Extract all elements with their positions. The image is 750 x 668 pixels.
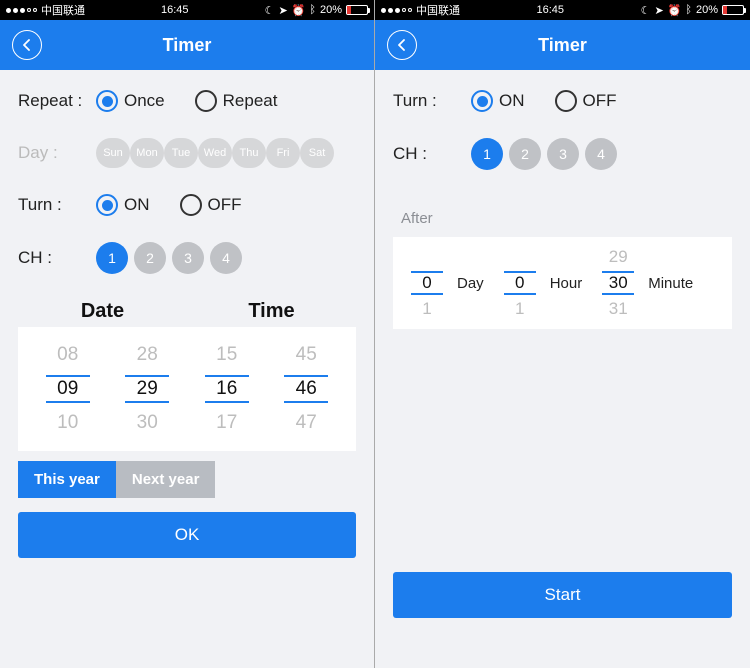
channel-4[interactable]: 4: [585, 138, 617, 170]
repeat-repeat-option[interactable]: Repeat: [195, 90, 278, 112]
turn-label: Turn :: [393, 91, 471, 111]
day-chip-fri[interactable]: Fri: [266, 138, 300, 168]
status-bar: 中国联通 16:45 ☾ ➤ ⏰ ᛒ 20%: [0, 0, 374, 20]
radio-unchecked-icon: [555, 90, 577, 112]
page-title: Timer: [163, 35, 212, 56]
tab-this-year[interactable]: This year: [18, 461, 116, 498]
channel-label: CH :: [393, 144, 471, 164]
signal-dots-icon: [6, 8, 37, 13]
time-header: Time: [187, 300, 356, 323]
day-wheel[interactable]: 28 29 30: [108, 341, 188, 437]
location-icon: ➤: [654, 4, 663, 17]
channel-3[interactable]: 3: [172, 242, 204, 274]
channel-label: CH :: [18, 248, 96, 268]
datetime-picker[interactable]: 08 09 10 28 29 30 15 16 17 45 46 47: [18, 327, 356, 451]
radio-checked-icon: [96, 194, 118, 216]
radio-checked-icon: [96, 90, 118, 112]
battery-icon: [346, 5, 368, 15]
nav-bar: Timer: [0, 20, 374, 70]
carrier-label: 中国联通: [41, 2, 85, 18]
minute-wheel[interactable]: 29 30 31: [598, 245, 638, 321]
bluetooth-icon: ᛒ: [309, 4, 316, 16]
turn-label: Turn :: [18, 195, 96, 215]
signal-dots-icon: [381, 8, 412, 13]
day-chip-thu[interactable]: Thu: [232, 138, 266, 168]
clock-label: 16:45: [161, 4, 189, 16]
minute-wheel[interactable]: 45 46 47: [267, 341, 347, 437]
minute-unit: Minute: [642, 275, 705, 292]
month-wheel[interactable]: 08 09 10: [28, 341, 108, 437]
turn-on-option[interactable]: ON: [96, 194, 150, 216]
day-chip-tue[interactable]: Tue: [164, 138, 198, 168]
repeat-once-option[interactable]: Once: [96, 90, 165, 112]
channel-1[interactable]: 1: [471, 138, 503, 170]
channel-row: CH : 1 2 3 4: [393, 138, 732, 170]
location-icon: ➤: [278, 4, 287, 17]
day-chip-mon[interactable]: Mon: [130, 138, 164, 168]
alarm-icon: ⏰: [292, 4, 306, 17]
turn-on-option[interactable]: ON: [471, 90, 525, 112]
channel-2[interactable]: 2: [134, 242, 166, 274]
channel-2[interactable]: 2: [509, 138, 541, 170]
back-button[interactable]: [387, 30, 417, 60]
radio-checked-icon: [471, 90, 493, 112]
picker-header: Date Time: [18, 300, 356, 323]
hour-wheel[interactable]: 15 16 17: [187, 341, 267, 437]
screen-timer-schedule: 中国联通 16:45 ☾ ➤ ⏰ ᛒ 20% Timer Repeat : On…: [0, 0, 375, 668]
back-button[interactable]: [12, 30, 42, 60]
nav-bar: Timer: [375, 20, 750, 70]
day-chip-sat[interactable]: Sat: [300, 138, 334, 168]
chevron-left-icon: [396, 39, 408, 51]
day-label: Day :: [18, 143, 96, 163]
alarm-icon: ⏰: [668, 4, 682, 17]
date-header: Date: [18, 300, 187, 323]
bluetooth-icon: ᛒ: [685, 4, 692, 16]
chevron-left-icon: [21, 39, 33, 51]
turn-off-option[interactable]: OFF: [180, 194, 242, 216]
repeat-label: Repeat :: [18, 91, 96, 111]
radio-unchecked-icon: [180, 194, 202, 216]
day-row: Day : Sun Mon Tue Wed Thu Fri Sat: [18, 138, 356, 168]
channel-row: CH : 1 2 3 4: [18, 242, 356, 274]
day-chip-sun[interactable]: Sun: [96, 138, 130, 168]
day-chip-wed[interactable]: Wed: [198, 138, 232, 168]
repeat-row: Repeat : Once Repeat: [18, 90, 356, 112]
channel-3[interactable]: 3: [547, 138, 579, 170]
turn-row: Turn : ON OFF: [18, 194, 356, 216]
turn-row: Turn : ON OFF: [393, 90, 732, 112]
moon-icon: ☾: [641, 4, 651, 17]
ok-button[interactable]: OK: [18, 512, 356, 558]
duration-picker[interactable]: 0 1 Day 0 1 Hour 29 30 31 Minute: [393, 237, 732, 329]
day-wheel[interactable]: 0 1: [407, 245, 447, 321]
carrier-label: 中国联通: [416, 2, 460, 18]
battery-pct: 20%: [696, 4, 718, 16]
channel-1[interactable]: 1: [96, 242, 128, 274]
clock-label: 16:45: [537, 4, 565, 16]
moon-icon: ☾: [265, 4, 275, 17]
day-unit: Day: [451, 275, 496, 292]
turn-off-option[interactable]: OFF: [555, 90, 617, 112]
status-bar: 中国联通 16:45 ☾ ➤ ⏰ ᛒ 20%: [375, 0, 750, 20]
battery-pct: 20%: [320, 4, 342, 16]
start-button[interactable]: Start: [393, 572, 732, 618]
year-tabs: This year Next year: [18, 461, 356, 498]
screen-timer-countdown: 中国联通 16:45 ☾ ➤ ⏰ ᛒ 20% Timer Turn : ON: [375, 0, 750, 668]
hour-unit: Hour: [544, 275, 595, 292]
hour-wheel[interactable]: 0 1: [500, 245, 540, 321]
channel-4[interactable]: 4: [210, 242, 242, 274]
battery-icon: [722, 5, 744, 15]
tab-next-year[interactable]: Next year: [116, 461, 216, 498]
after-label: After: [401, 210, 732, 227]
radio-unchecked-icon: [195, 90, 217, 112]
page-title: Timer: [538, 35, 587, 56]
